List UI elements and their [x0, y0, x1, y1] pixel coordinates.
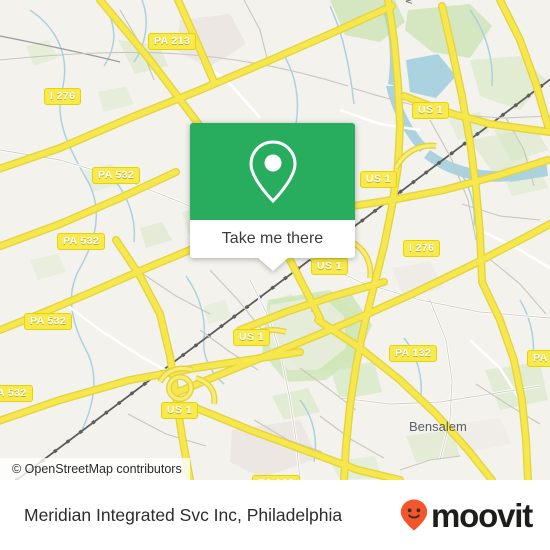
- road-shield: PA 532: [92, 167, 141, 184]
- moovit-smiley-pin-icon: [400, 499, 428, 531]
- road-shield: US 1: [360, 171, 397, 188]
- popup-header: [190, 123, 355, 220]
- road-shield: PA 5: [527, 350, 550, 367]
- road-shield: PA 213: [148, 33, 197, 50]
- road-shield: A 532: [0, 385, 33, 402]
- location-popup[interactable]: Take me there: [190, 123, 355, 271]
- place-label: Bensalem: [409, 419, 467, 434]
- location-title: Meridian Integrated Svc Inc, Philadelphi…: [24, 504, 343, 525]
- popup-tail: [258, 258, 288, 271]
- road-shield: US 1: [311, 258, 348, 275]
- moovit-logo[interactable]: moovit: [399, 496, 533, 534]
- popup-cta-label: Take me there: [221, 230, 324, 247]
- popup-cta[interactable]: Take me there: [190, 220, 355, 258]
- moovit-wordmark: moovit: [431, 496, 533, 534]
- map-canvas[interactable]: PA 213 I 276 PA 532 PA 532 PA 532 A 532 US 1 US…: [0, 0, 550, 480]
- map-screenshot: PA 213 I 276 PA 532 PA 532 PA 532 A 532 US 1 US…: [0, 0, 550, 550]
- footer-bar: Meridian Integrated Svc Inc, Philadelphi…: [0, 480, 550, 550]
- osm-attribution[interactable]: © OpenStreetMap contributors: [0, 458, 190, 480]
- road-shield: PA 532: [24, 313, 73, 330]
- map-pin-icon: [248, 139, 297, 203]
- road-shield: I 276: [44, 88, 82, 105]
- road-shield: PA 532: [57, 233, 106, 250]
- road-shield: US 1: [233, 329, 270, 346]
- road-shield: PA 132: [389, 345, 438, 362]
- road-shield: US 1: [161, 402, 198, 419]
- road-shield: US 1: [412, 102, 449, 119]
- road-shield: I 276: [403, 240, 441, 257]
